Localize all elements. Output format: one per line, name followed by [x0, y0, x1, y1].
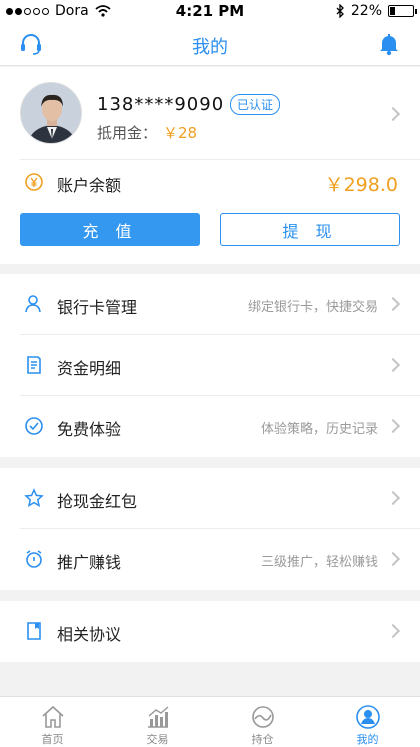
tab-home[interactable]: 首页 — [0, 697, 105, 747]
tab-label: 持仓 — [251, 733, 274, 746]
charge-button[interactable]: 充 值 — [20, 213, 200, 246]
chevron-right-icon — [385, 623, 401, 639]
chevron-right-icon — [385, 490, 401, 506]
verified-badge: 已认证 — [230, 94, 281, 115]
balance-value: ￥298.0 — [324, 174, 398, 196]
menu-item-red-packet[interactable]: 抢现金红包 — [0, 468, 420, 529]
app-header: 我的 — [0, 22, 420, 66]
deduct-amount: ￥28 — [163, 124, 198, 142]
avatar[interactable] — [20, 82, 82, 144]
withdraw-button[interactable]: 提 现 — [220, 213, 400, 246]
page-title: 我的 — [192, 37, 228, 58]
check-circle-icon — [25, 417, 43, 435]
tab-label: 我的 — [356, 733, 379, 746]
menu-item-free-trial[interactable]: 免费体验 体验策略，历史记录 — [0, 396, 420, 457]
menu-label: 推广赚钱 — [57, 553, 122, 572]
chevron-right-icon — [385, 357, 401, 373]
menu-hint: 三级推广，轻松赚钱 — [260, 555, 378, 570]
document-icon — [27, 356, 41, 374]
tab-trade[interactable]: 交易 — [105, 697, 210, 747]
menu-label: 银行卡管理 — [57, 298, 138, 317]
position-icon — [252, 706, 274, 728]
yen-coin-icon — [25, 173, 43, 191]
tab-label: 交易 — [146, 733, 169, 746]
battery-percent: 22% — [350, 3, 382, 19]
chevron-right-icon — [385, 296, 401, 312]
menu-label: 抢现金红包 — [57, 492, 138, 511]
tab-positions[interactable]: 持仓 — [210, 697, 315, 747]
phone-number: 138****9090 — [97, 94, 225, 115]
chevron-right-icon — [385, 551, 401, 567]
user-icon — [356, 705, 380, 729]
home-icon — [42, 705, 64, 728]
menu-label: 资金明细 — [57, 359, 122, 378]
profile-chevron-icon[interactable] — [385, 106, 401, 122]
menu-label: 免费体验 — [57, 420, 122, 439]
status-bar: Dora 4:21 PM 22% — [0, 0, 420, 22]
star-icon — [24, 488, 44, 507]
user-card-icon — [25, 295, 41, 313]
deduct-label: 抵用金： — [97, 124, 158, 142]
menu-item-bank-card[interactable]: 银行卡管理 绑定银行卡，快捷交易 — [0, 274, 420, 335]
deduct-credit: 抵用金： ￥28 — [97, 122, 197, 143]
chevron-right-icon — [385, 418, 401, 434]
balance-label: 账户余额 — [57, 176, 122, 195]
balance-row: 账户余额 ￥298.0 — [0, 162, 420, 202]
menu-hint: 绑定银行卡，快捷交易 — [247, 300, 378, 315]
avatar-image — [21, 83, 81, 143]
profile-card: 138****9090 已认证 抵用金： ￥28 账户余额 ￥298.0 充 值 … — [0, 67, 420, 264]
menu-hint: 体验策略，历史记录 — [260, 422, 378, 437]
tab-bar: 首页 交易 持仓 我的 — [0, 696, 420, 747]
tab-label: 首页 — [41, 733, 64, 746]
alarm-icon — [26, 550, 42, 568]
divider — [20, 159, 420, 160]
menu-item-agreements[interactable]: 相关协议 — [0, 601, 420, 662]
menu-item-promotion[interactable]: 推广赚钱 三级推广，轻松赚钱 — [0, 529, 420, 590]
bell-icon[interactable] — [376, 31, 402, 57]
menu-item-fund-details[interactable]: 资金明细 — [0, 335, 420, 396]
tab-mine[interactable]: 我的 — [315, 697, 420, 747]
battery-icon — [388, 5, 417, 17]
book-icon — [27, 622, 41, 640]
bluetooth-icon — [336, 4, 344, 18]
menu-label: 相关协议 — [57, 625, 122, 644]
chart-icon — [148, 706, 169, 728]
